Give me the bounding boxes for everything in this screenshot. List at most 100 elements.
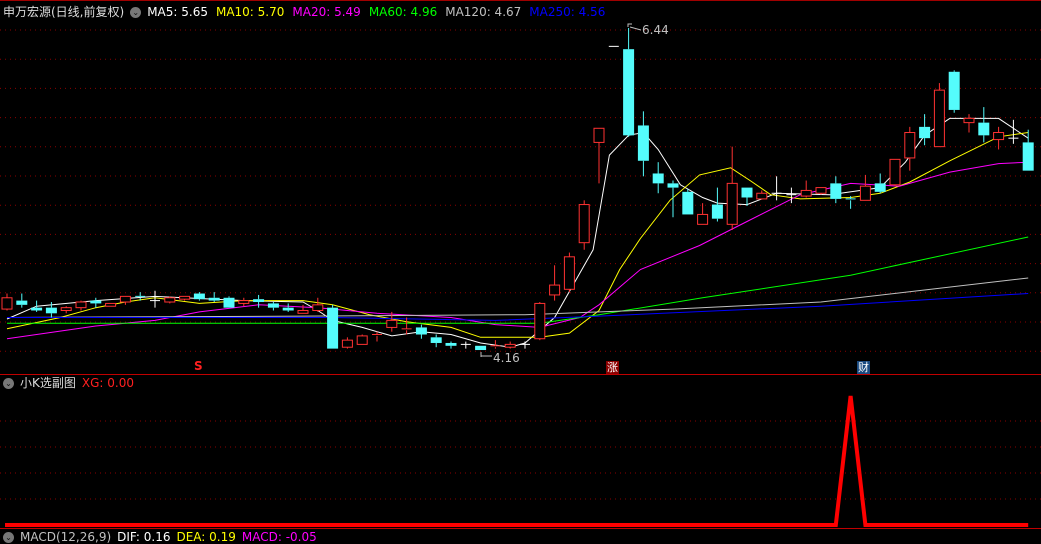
- candle-body: [652, 173, 664, 184]
- macd-dropdown-chevron-icon[interactable]: ⌄: [3, 531, 14, 543]
- sub-title: 小K选副图: [20, 376, 76, 390]
- candle-body: [327, 307, 339, 349]
- candle: [948, 70, 960, 113]
- candle: [815, 187, 827, 195]
- candle: [327, 304, 339, 349]
- s-marker[interactable]: S: [193, 360, 204, 373]
- candle-body: [356, 335, 368, 345]
- candle-body: [830, 183, 842, 199]
- candle-body: [1, 297, 13, 310]
- candle: [75, 300, 87, 311]
- candle-body: [16, 300, 28, 305]
- ma-label-2: MA20: 5.49: [292, 5, 361, 19]
- cai-marker[interactable]: 财: [857, 361, 870, 374]
- candle-body: [963, 117, 975, 124]
- macd-dif: DIF: 0.16: [117, 530, 171, 544]
- candle: [859, 174, 871, 201]
- candle: [549, 265, 561, 301]
- macd-value: MACD: -0.05: [241, 530, 317, 544]
- candle: [475, 345, 487, 351]
- high-annotation: 6.44: [627, 23, 669, 37]
- candle-body: [90, 300, 102, 304]
- zhang-marker[interactable]: 涨: [606, 361, 619, 374]
- candle-body: [637, 125, 649, 161]
- ma120-line: [6, 277, 1029, 318]
- ma5-line: [6, 117, 1029, 348]
- stock-title: 申万宏源(日线,前复权): [3, 5, 125, 19]
- candle-body: [933, 89, 945, 148]
- candle: [637, 111, 649, 177]
- candle: [682, 189, 694, 215]
- candle-body: [904, 132, 916, 159]
- candle: [238, 297, 250, 307]
- candle-body: [756, 192, 768, 200]
- candle: [1008, 119, 1019, 144]
- ma-label-1: MA10: 5.70: [215, 5, 285, 19]
- candles[interactable]: [1, 28, 1034, 351]
- candle-body: [578, 204, 590, 244]
- candle-body: [726, 182, 738, 225]
- candle: [830, 176, 842, 204]
- candle: [504, 341, 516, 349]
- candle-body: [1022, 142, 1034, 171]
- sub-dropdown-chevron-icon[interactable]: ⌄: [3, 377, 14, 389]
- candle-body: [889, 158, 901, 186]
- candle: [164, 296, 176, 304]
- candle-body: [948, 71, 960, 110]
- candle-body: [164, 297, 176, 303]
- candle: [341, 337, 353, 349]
- candle-body: [193, 293, 205, 300]
- candle-body: [711, 204, 723, 219]
- candle: [460, 341, 471, 349]
- candle-body: [859, 185, 871, 201]
- candle: [179, 295, 191, 301]
- candle-body: [208, 297, 220, 301]
- candle-body: [504, 343, 516, 348]
- candle-body: [119, 295, 131, 303]
- candle-body: [430, 337, 442, 343]
- dropdown-chevron-icon[interactable]: ⌄: [130, 6, 142, 18]
- candle-body: [105, 302, 117, 307]
- macd-header: ⌄ MACD(12,26,9) DIF: 0.16 DEA: 0.19 MACD…: [3, 530, 317, 544]
- candle: [933, 83, 945, 148]
- candle-body: [179, 295, 191, 300]
- chart-canvas: 6.44 4.16: [0, 0, 1041, 529]
- candle-body: [815, 187, 827, 194]
- candle: [697, 203, 709, 225]
- candle-body: [282, 307, 294, 311]
- candle: [652, 162, 664, 194]
- candle-body: [623, 49, 635, 136]
- candle: [726, 146, 738, 230]
- grid-lines: [0, 29, 1041, 500]
- candle-body: [919, 126, 931, 139]
- candle: [563, 252, 575, 293]
- candle-body: [741, 187, 753, 198]
- candle: [16, 293, 28, 308]
- sub-header: ⌄ 小K选副图 XG: 0.00: [3, 376, 134, 390]
- ma-label-3: MA60: 4.96: [368, 5, 438, 19]
- candle: [889, 158, 901, 187]
- candle-body: [682, 191, 694, 215]
- candle: [978, 107, 990, 143]
- macd-title: MACD(12,26,9): [20, 530, 112, 544]
- candle-body: [445, 342, 457, 346]
- candle-body: [386, 319, 398, 328]
- candle: [193, 292, 205, 301]
- candle-body: [297, 309, 309, 314]
- candle: [90, 297, 102, 308]
- candle: [401, 317, 412, 335]
- candle: [430, 334, 442, 348]
- candle: [963, 114, 975, 133]
- candle: [150, 290, 160, 308]
- candle: [60, 306, 72, 314]
- candle-body: [978, 122, 990, 136]
- candle: [312, 297, 324, 312]
- ma-label-5: MA250: 4.56: [529, 5, 606, 19]
- candle-body: [75, 301, 87, 309]
- candle: [667, 180, 679, 218]
- candle: [520, 341, 530, 349]
- candle: [119, 295, 131, 305]
- candle-body: [31, 307, 43, 311]
- candle-body: [238, 300, 250, 304]
- ma-label-0: MA5: 5.65: [147, 5, 208, 19]
